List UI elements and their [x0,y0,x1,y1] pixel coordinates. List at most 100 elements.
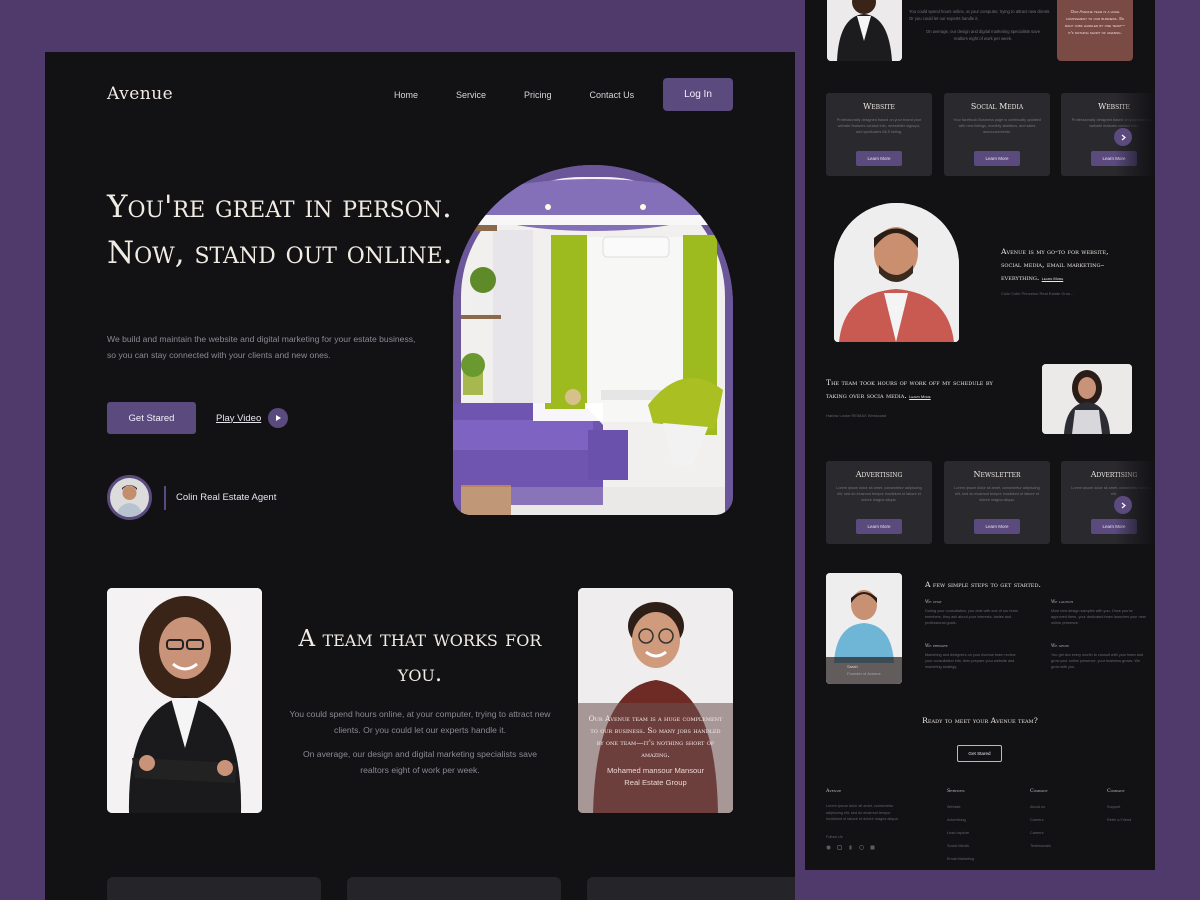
learn-more-button[interactable]: Learn More [974,151,1020,166]
learn-more-button[interactable]: Learn More [856,151,902,166]
service-card-newsletter: Newsletter Lorem ipsum dolor sit amet, c… [944,461,1050,544]
nav-links: Home Service Pricing Contact Us [394,90,672,100]
footer-link[interactable]: Support [1107,805,1120,809]
service-desc: Professionally designed based on your br… [836,118,922,135]
testimonial-card: Our Avenue team is a huge complement to … [578,588,733,813]
preview-quote-thumb: Our Avenue team is a huge complement to … [1057,0,1133,61]
footer-link[interactable]: Careers [1030,818,1044,822]
service-title: Advertising [855,470,903,479]
footer-link[interactable]: Lead capture [947,831,969,835]
nav-link-service[interactable]: Service [456,90,486,100]
next-arrow-button[interactable] [1114,128,1132,146]
learn-more-link[interactable]: Learn More [909,394,931,399]
step-heading: We prepare [925,643,948,648]
page-preview: You could spend hours online, at your co… [805,0,1155,870]
service-card-advertising: Advertising Lorem ipsum dolor sit amet, … [826,461,932,544]
agent-badge: Colin Real Estate Agent [107,475,276,520]
logo[interactable]: Avenue [107,84,173,104]
learn-more-link[interactable]: Learn More [1042,276,1064,281]
chevron-right-icon [1121,134,1126,140]
footer-link[interactable]: Social Media [947,844,969,848]
step-text: During your consultation, you chat with … [925,609,1018,626]
hero-subtitle: We build and maintain the website and di… [107,334,416,360]
step-heading: We grow [1051,643,1070,648]
quote-text: Our Avenue team is a huge complement to … [588,714,723,759]
play-icon[interactable] [268,408,289,428]
testimonial-quote-2: The team took hours of work off my sched… [826,376,1008,403]
preview-text-1: You could spend hours online, at your co… [909,9,1051,21]
footer-col1-title: Services [947,789,965,794]
chevron-right-icon [1121,502,1126,508]
testimonial-caption-1: Colin Colin Princeton Real Estate Grou..… [1001,291,1074,296]
service-desc: Lorem ipsum dolor sit amet, consectetur … [954,486,1040,503]
service-card-partial [347,877,561,900]
main-page: Avenue Home Service Pricing Contact Us L… [45,52,795,900]
ready-title: Ready to meet your Avenue team? [922,716,1038,725]
service-title: Website [863,102,895,111]
footer-link[interactable]: Testimonials [1030,844,1051,848]
step-person-name: Sarah [847,664,858,669]
social-icons [826,845,875,850]
get-started-button[interactable]: Get Stared [107,402,196,434]
linkedin-icon[interactable] [870,845,875,850]
quote-author: Mohamed mansour Mansour [606,766,705,775]
learn-more-button[interactable]: Learn More [974,519,1020,534]
team-paragraph-2: On average, our design and digital marke… [302,749,538,775]
step-text: You get two every month to consult with … [1051,653,1144,670]
preview-step-person-photo: Sarah Founder of Avenue [826,573,902,684]
service-card-social-media: Social Media Your facebook Business page… [944,93,1050,176]
service-card-partial [587,877,795,900]
step-person-role: Founder of Avenue [847,671,881,676]
divider [164,485,166,510]
facebook-icon[interactable] [848,845,853,850]
preview-get-started-button[interactable]: Get Stared [957,745,1002,762]
twitter-icon[interactable] [826,845,831,850]
footer-brand-text: Lorem ipsum dolor sit amet, consectetur … [826,804,899,821]
play-video-link[interactable]: Play Video [216,408,289,428]
footer-link[interactable]: About us [1030,805,1045,809]
preview-quote-text: Our Avenue team is a huge complement to … [1064,9,1126,35]
service-title: Newsletter [973,470,1021,479]
agent-label: Colin Real Estate Agent [176,492,277,503]
testimonial-quote-1: Avenue is my go-to for website, social m… [1001,245,1126,285]
next-arrow-button[interactable] [1114,496,1132,514]
google-icon[interactable] [859,845,864,850]
team-paragraph-1: You could spend hours online, at your co… [289,709,551,735]
play-video-label[interactable]: Play Video [216,413,261,424]
footer-link[interactable]: Website [947,805,961,809]
service-card-partial [107,877,321,900]
quote-overlay: Our Avenue team is a huge complement to … [578,703,733,813]
nav-link-home[interactable]: Home [394,90,418,100]
top-nav: Avenue Home Service Pricing Contact Us L… [107,78,733,112]
steps-title: A few simple steps to get started. [925,580,1041,589]
team-woman-photo [107,588,262,813]
footer-link[interactable]: Advertising [947,818,966,822]
footer-link[interactable]: Careers [1030,831,1044,835]
team-section-title: A team that works for you. [298,626,542,687]
service-title: Social Media [970,102,1024,111]
service-desc: Your facebook Business page is continual… [953,118,1041,135]
nav-link-pricing[interactable]: Pricing [524,90,552,100]
nav-link-contact[interactable]: Contact Us [590,90,635,100]
login-button[interactable]: Log In [663,78,733,111]
step-text: Most new design samples with you. Once y… [1051,609,1146,626]
testimonial-caption-2: Harlow Locke RE/MAX Westcoast [826,413,887,418]
preview-man-photo [834,203,959,342]
footer-col2-title: Company [1030,789,1048,794]
quote-company: Real Estate Group [624,778,687,787]
footer-link[interactable]: Email Marketing [947,857,974,861]
step-heading: We chat [925,599,942,604]
hero-room-photo [453,165,733,515]
service-card-website: Website Professionally designed based on… [826,93,932,176]
preview-woman-photo-2 [1042,364,1132,434]
preview-woman-photo [827,0,902,61]
learn-more-button[interactable]: Learn More [856,519,902,534]
hero-title: You're great in person. Now, stand out o… [107,189,453,271]
instagram-icon[interactable] [837,845,842,850]
step-heading: We launch [1051,599,1074,604]
step-text: Marketing and designers on your Avenue t… [925,653,1016,670]
service-desc: Lorem ipsum dolor sit amet, consectetur … [836,486,922,503]
footer-link[interactable]: Refer a Friend [1107,818,1131,822]
preview-text-2: On average, our design and digital marke… [925,29,1041,41]
footer-brand: Avenue [826,789,842,794]
